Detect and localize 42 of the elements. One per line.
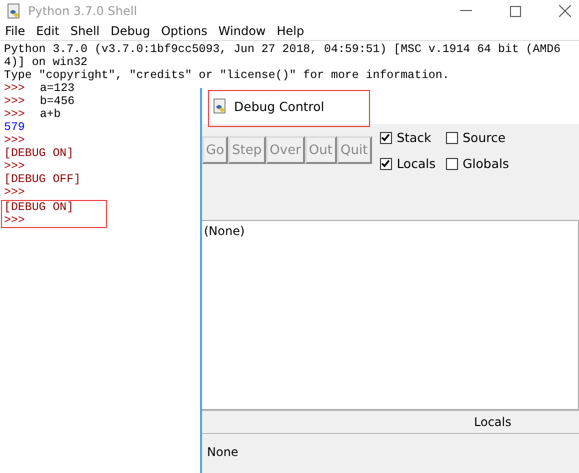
locals-label: Locals: [474, 415, 512, 429]
stack-text: (None): [204, 224, 245, 238]
checkbox-label: Stack: [396, 130, 432, 145]
menu-item[interactable]: Edit: [36, 24, 60, 38]
window-title: Python 3.7.0 Shell: [28, 4, 138, 18]
menu-item[interactable]: Window: [218, 24, 266, 38]
prompt-marker: >>>: [4, 82, 25, 95]
checkbox-label: Source: [462, 130, 506, 145]
locals-text: None: [207, 445, 238, 459]
python-icon: [212, 98, 228, 114]
checkbox[interactable]: [380, 132, 392, 144]
checkbox-label: Globals: [462, 156, 509, 171]
prompt-marker: >>>: [4, 95, 25, 108]
checkbox[interactable]: [380, 158, 392, 170]
output-line: Python 3.7.0 (v3.7.0:1bf9cc5093, Jun 27 2018, 04:59:51) [MSC v.1914 64 bit (AMD6: [4, 43, 561, 56]
checkbox-label: Locals: [396, 156, 436, 171]
output-line: Type "copyright", "credits" or "license()" for more information.: [4, 69, 450, 82]
menu-item[interactable]: Shell: [70, 24, 100, 38]
menu-item[interactable]: Help: [276, 24, 304, 38]
menu-item[interactable]: File: [5, 24, 26, 38]
prompt-marker: >>>: [4, 108, 25, 121]
output-line: 579: [4, 121, 25, 134]
prompt-marker: >>>: [4, 160, 25, 173]
checkbox[interactable]: [446, 132, 458, 144]
window-title: Debug Control: [234, 98, 324, 114]
code-line: a+b: [40, 108, 61, 121]
menu-item[interactable]: Options: [161, 24, 208, 38]
code-line: a=123: [40, 82, 75, 95]
menu-item[interactable]: Debug: [110, 24, 150, 38]
minimize-icon[interactable]: [460, 10, 472, 12]
checkbox[interactable]: [446, 158, 458, 170]
output-line: [DEBUG ON]: [4, 147, 74, 160]
python-icon: [6, 3, 22, 19]
prompt-marker: >>>: [4, 186, 25, 199]
output-line: [DEBUG ON]: [4, 201, 74, 214]
prompt-marker: >>>: [4, 134, 25, 147]
output-line: 4)] on win32: [4, 56, 88, 69]
code-line: b=456: [40, 95, 75, 108]
close-icon[interactable]: [559, 5, 571, 17]
prompt-marker: >>>: [4, 214, 25, 227]
maximize-icon[interactable]: [510, 6, 521, 16]
output-line: [DEBUG OFF]: [4, 173, 81, 186]
